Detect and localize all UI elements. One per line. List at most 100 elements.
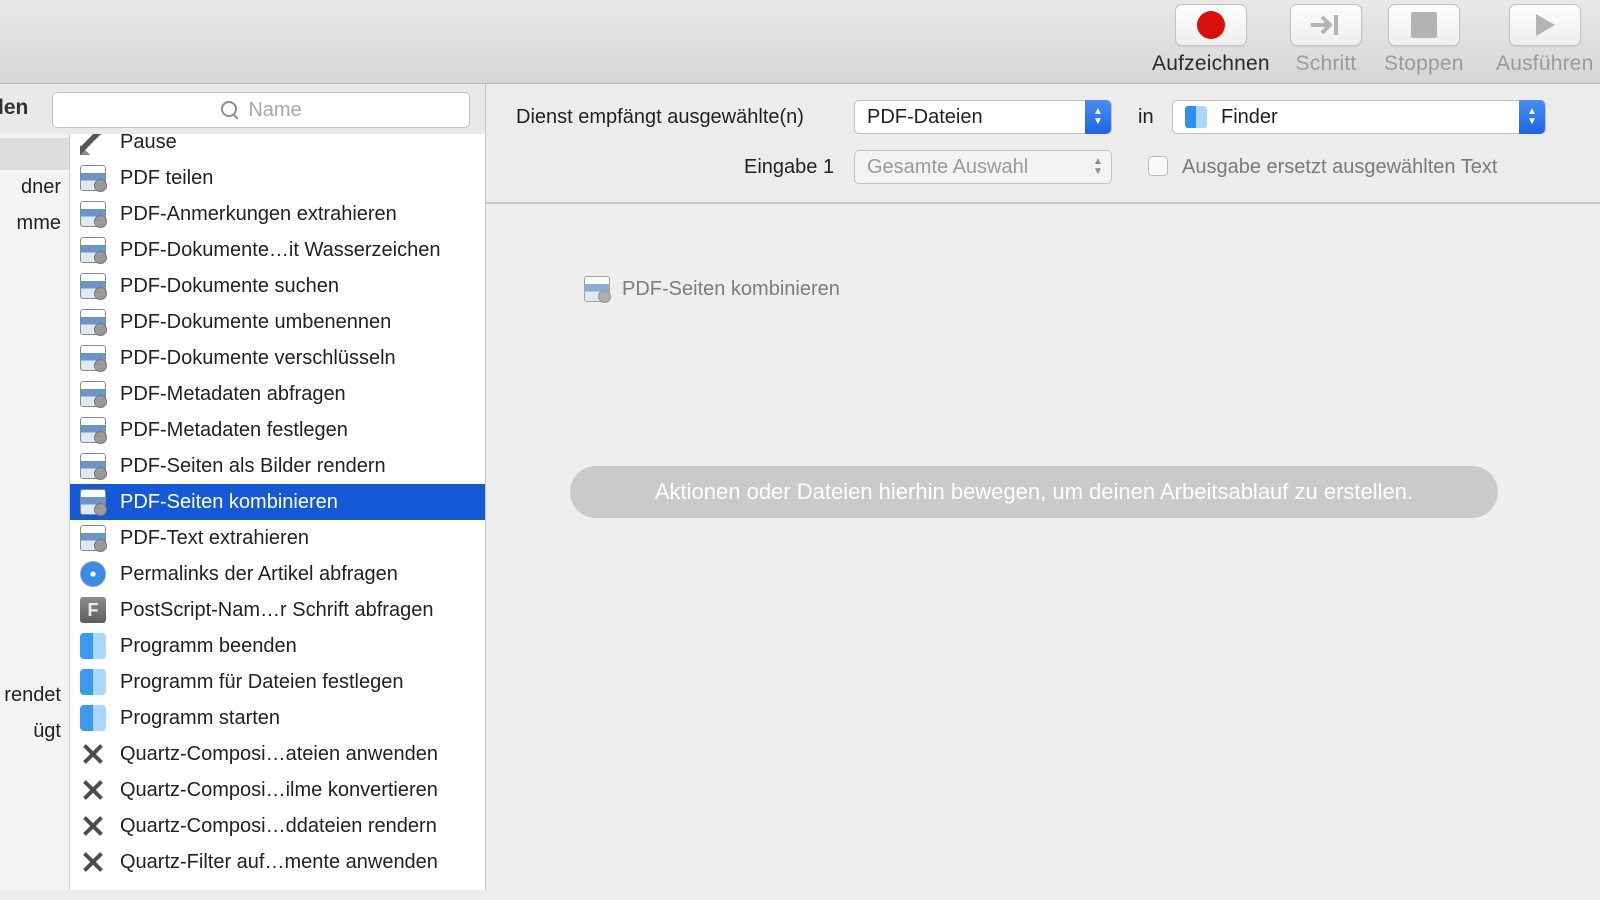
run-label: Ausführen bbox=[1496, 52, 1594, 75]
category-item[interactable]: mme bbox=[17, 212, 61, 235]
search-icon bbox=[220, 100, 240, 120]
action-item[interactable]: F PostScript-Nam…r Schrift abfragen bbox=[70, 592, 485, 628]
quartz-icon bbox=[80, 741, 106, 767]
action-item-label: Pause bbox=[120, 134, 177, 153]
action-item-label: PDF-Metadaten abfragen bbox=[120, 382, 346, 405]
action-item[interactable]: Permalinks der Artikel abfragen bbox=[70, 556, 485, 592]
play-icon bbox=[1508, 4, 1581, 46]
record-button[interactable]: Aufzeichnen bbox=[1152, 4, 1270, 80]
font-book-icon: F bbox=[80, 597, 106, 623]
replace-text-checkbox[interactable] bbox=[1148, 156, 1168, 176]
replace-text-label: Ausgabe ersetzt ausgewählten Text bbox=[1182, 156, 1498, 178]
input-type-value: PDF-Dateien bbox=[867, 105, 983, 128]
service-config: Dienst empfängt ausgewählte(n) PDF-Datei… bbox=[486, 84, 1600, 204]
quartz-icon bbox=[80, 813, 106, 839]
action-item[interactable]: PDF-Dokumente suchen bbox=[70, 268, 485, 304]
action-item-label: PDF-Text extrahieren bbox=[120, 526, 309, 549]
quartz-icon bbox=[80, 777, 106, 803]
run-button[interactable]: Ausführen bbox=[1496, 4, 1594, 80]
in-label: in bbox=[1138, 106, 1154, 128]
action-item[interactable]: Programm beenden bbox=[70, 628, 485, 664]
chevron-updown-icon: ▲ ▼ bbox=[1085, 100, 1111, 134]
action-item[interactable]: PDF-Text extrahieren bbox=[70, 520, 485, 556]
action-item[interactable]: PDF-Metadaten festlegen bbox=[70, 412, 485, 448]
dragged-action-preview: PDF-Seiten kombinieren bbox=[584, 276, 840, 303]
action-item-label: Quartz-Composi…ddateien rendern bbox=[120, 814, 437, 837]
action-item-label: PDF teilen bbox=[120, 166, 214, 189]
input-label: Eingabe 1 bbox=[744, 156, 835, 178]
action-item-label: Programm starten bbox=[120, 706, 281, 729]
action-item[interactable]: PDF-Dokumente verschlüsseln bbox=[70, 340, 485, 376]
category-item[interactable]: ügt bbox=[33, 720, 61, 743]
action-item-label: PDF-Dokumente umbenennen bbox=[120, 310, 392, 333]
pdf-action-icon bbox=[80, 453, 107, 480]
action-item-label: Quartz-Composi…ilme konvertieren bbox=[120, 778, 438, 801]
input-scope-value: Gesamte Auswahl bbox=[867, 155, 1029, 178]
pdf-action-icon bbox=[584, 276, 611, 303]
action-item-label: Programm beenden bbox=[120, 634, 297, 657]
action-item-label: PostScript-Nam…r Schrift abfragen bbox=[120, 598, 434, 621]
pdf-action-icon bbox=[80, 525, 107, 552]
category-selected[interactable] bbox=[0, 138, 69, 170]
application-value: Finder bbox=[1221, 105, 1278, 128]
action-item[interactable]: Programm für Dateien festlegen bbox=[70, 664, 485, 700]
finder-icon bbox=[80, 705, 106, 731]
action-item-label: PDF-Anmerkungen extrahieren bbox=[120, 202, 397, 225]
action-item-label: Quartz-Filter auf…mente anwenden bbox=[120, 850, 438, 873]
action-list: Pause PDF teilen PDF-Anmerkungen extrahier… bbox=[70, 134, 486, 890]
dragged-action-label: PDF-Seiten kombinieren bbox=[622, 277, 840, 300]
receives-label: Dienst empfängt ausgewählte(n) bbox=[516, 106, 804, 128]
action-item[interactable]: PDF teilen bbox=[70, 160, 485, 196]
action-item-label: PDF-Seiten als Bilder rendern bbox=[120, 454, 386, 477]
pdf-action-icon bbox=[80, 345, 107, 372]
library-column-label: len bbox=[0, 96, 29, 119]
action-item-label: Permalinks der Artikel abfragen bbox=[120, 562, 398, 585]
search-input[interactable]: Name bbox=[52, 92, 470, 128]
chevron-updown-icon: ▲ ▼ bbox=[1519, 100, 1545, 134]
quartz-icon bbox=[80, 849, 106, 875]
category-item[interactable]: rendet bbox=[4, 684, 61, 707]
action-item-label: PDF-Dokumente suchen bbox=[120, 274, 339, 297]
input-type-select[interactable]: PDF-Dateien ▲ ▼ bbox=[854, 100, 1112, 134]
action-item[interactable]: Quartz-Composi…ilme konvertieren bbox=[70, 772, 485, 808]
finder-icon bbox=[80, 633, 106, 659]
action-item[interactable]: PDF-Dokumente umbenennen bbox=[70, 304, 485, 340]
search-placeholder: Name bbox=[248, 98, 302, 121]
action-item[interactable]: PDF-Seiten kombinieren bbox=[70, 484, 485, 520]
toolbar: Aufzeichnen Schritt Stoppen Ausführen bbox=[0, 0, 1600, 84]
action-item-label: PDF-Metadaten festlegen bbox=[120, 418, 348, 441]
action-item[interactable]: Quartz-Composi…ddateien rendern bbox=[70, 808, 485, 844]
pdf-action-icon bbox=[80, 309, 107, 336]
action-item[interactable]: Quartz-Filter auf…mente anwenden bbox=[70, 844, 485, 880]
action-item[interactable]: Quartz-Composi…ateien anwenden bbox=[70, 736, 485, 772]
action-item-label: PDF-Dokumente verschlüsseln bbox=[120, 346, 396, 369]
pdf-action-icon bbox=[80, 489, 107, 516]
pdf-action-icon bbox=[80, 417, 107, 444]
step-label: Schritt bbox=[1295, 52, 1357, 75]
finder-icon bbox=[1185, 106, 1207, 128]
action-item-label: Programm für Dateien festlegen bbox=[120, 670, 404, 693]
pdf-action-icon bbox=[80, 165, 107, 192]
action-item[interactable]: PDF-Seiten als Bilder rendern bbox=[70, 448, 485, 484]
action-item[interactable]: PDF-Dokumente…it Wasserzeichen bbox=[70, 232, 485, 268]
action-item[interactable]: Programm starten bbox=[70, 700, 485, 736]
pdf-action-icon bbox=[80, 381, 107, 408]
action-item[interactable]: Pause bbox=[70, 134, 485, 160]
chevron-updown-icon: ▲ ▼ bbox=[1093, 156, 1103, 177]
safari-icon bbox=[80, 561, 106, 587]
stop-button[interactable]: Stoppen bbox=[1384, 4, 1464, 80]
pdf-action-icon bbox=[80, 201, 107, 228]
record-label: Aufzeichnen bbox=[1152, 52, 1270, 75]
workflow-canvas[interactable]: PDF-Seiten kombinieren Aktionen oder Dat… bbox=[486, 206, 1600, 900]
category-list: dner mme rendet ügt bbox=[0, 134, 70, 890]
action-item-label: PDF-Dokumente…it Wasserzeichen bbox=[120, 238, 441, 261]
input-scope-select[interactable]: Gesamte Auswahl ▲ ▼ bbox=[854, 150, 1112, 184]
application-select[interactable]: Finder ▲ ▼ bbox=[1172, 100, 1546, 134]
stop-icon bbox=[1387, 4, 1460, 46]
action-item[interactable]: PDF-Metadaten abfragen bbox=[70, 376, 485, 412]
library-header: len Name bbox=[0, 84, 486, 134]
category-item[interactable]: dner bbox=[21, 176, 61, 199]
action-item[interactable]: PDF-Anmerkungen extrahieren bbox=[70, 196, 485, 232]
pdf-action-icon bbox=[80, 273, 107, 300]
step-button[interactable]: Schritt bbox=[1290, 4, 1362, 80]
